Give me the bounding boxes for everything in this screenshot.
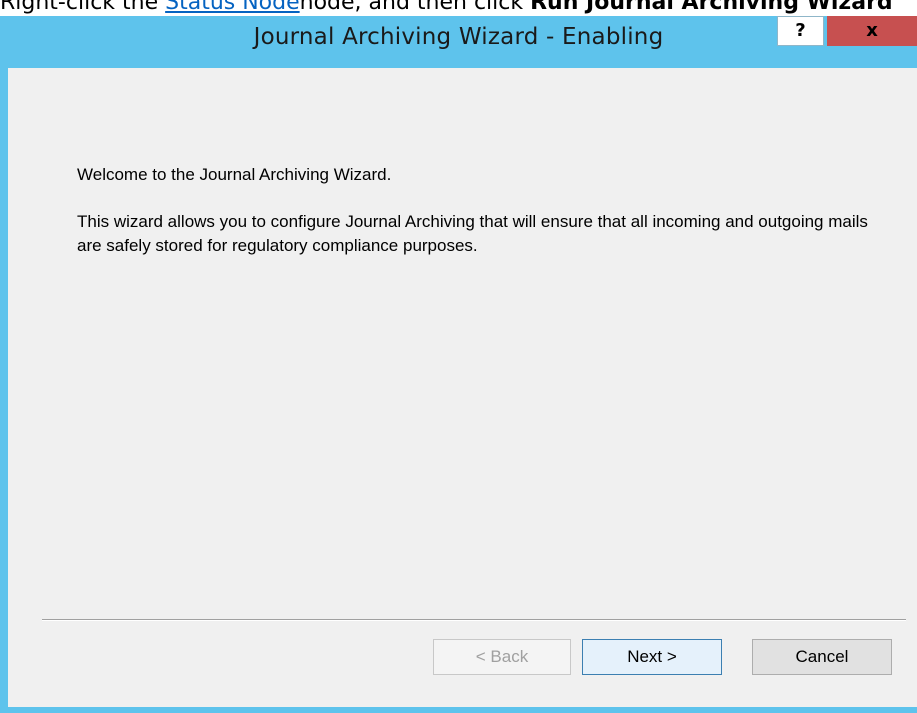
wizard-window: Journal Archiving Wizard - Enabling ? x …	[0, 16, 917, 713]
help-icon: ?	[795, 20, 806, 41]
next-button[interactable]: Next >	[582, 639, 722, 675]
window-left-border	[0, 68, 8, 713]
status-node-link[interactable]: Status Node	[165, 0, 300, 15]
back-button[interactable]: < Back	[433, 639, 571, 675]
instruction-prefix: Right-click the	[0, 0, 166, 15]
title-bar[interactable]: Journal Archiving Wizard - Enabling ? x	[0, 16, 917, 68]
help-button[interactable]: ?	[777, 16, 824, 46]
welcome-text: Welcome to the Journal Archiving Wizard.	[77, 165, 392, 184]
instruction-text: Right-click the Status Nodenode, and the…	[0, 0, 917, 16]
description-text: This wizard allows you to configure Jour…	[77, 212, 868, 255]
wizard-content: Welcome to the Journal Archiving Wizard.…	[8, 68, 917, 707]
cancel-button[interactable]: Cancel	[752, 639, 892, 675]
close-button[interactable]: x	[827, 16, 917, 46]
instruction-bold: Run Journal Archiving Wizard	[530, 0, 893, 15]
instruction-middle: node, and then click	[299, 0, 531, 15]
close-icon: x	[866, 20, 878, 41]
window-bottom-border	[0, 707, 917, 713]
footer-divider	[42, 619, 906, 621]
